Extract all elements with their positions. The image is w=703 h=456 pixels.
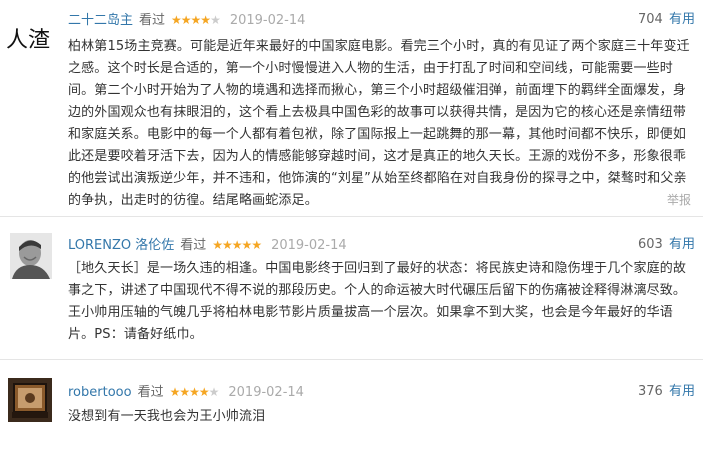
review-content: 柏林第15场主竞赛。可能是近年来最好的中国家庭电影。看完三个小时，真的有见证了两… (68, 39, 690, 208)
review-meta: robertooo 看过 ★★★★★ 2019-02-14 (68, 383, 304, 402)
star-icon: ★★★★ (171, 13, 211, 27)
avatar[interactable] (10, 233, 52, 279)
divider (0, 359, 703, 360)
star-icon: ★★★★ (169, 385, 210, 399)
review-content: 没想到有一天我也会为王小帅流泪 (68, 409, 266, 424)
review-date: 2019-02-14 (271, 238, 347, 253)
review-meta: LORENZO 洛伦佐 看过 ★★★★★ 2019-02-14 (68, 236, 347, 255)
vote-count: 704 (638, 12, 663, 27)
username-link[interactable]: LORENZO 洛伦佐 (68, 238, 174, 253)
report-link[interactable]: 举报 (667, 191, 691, 208)
avatar-image (10, 233, 52, 279)
useful-votes[interactable]: 603 有用 (638, 236, 695, 254)
review-meta: 二十二岛主 看过 ★★★★★ 2019-02-14 (68, 11, 305, 30)
review-date: 2019-02-14 (229, 13, 306, 28)
star-icon: ★★★★★ (212, 238, 262, 252)
useful-button[interactable]: 有用 (669, 237, 695, 252)
star-empty-icon: ★ (210, 13, 221, 27)
useful-votes[interactable]: 376 有用 (638, 383, 695, 401)
watched-label: 看过 (139, 13, 166, 28)
avatar[interactable]: 人渣 (6, 22, 50, 54)
star-empty-icon: ★ (208, 385, 220, 399)
vote-count: 376 (638, 384, 663, 399)
divider (0, 216, 703, 217)
useful-button[interactable]: 有用 (669, 384, 695, 399)
avatar-image (8, 378, 52, 422)
useful-button[interactable]: 有用 (669, 12, 695, 27)
rating-stars: ★★★★★ (212, 238, 262, 252)
rating-stars: ★★★★★ (171, 13, 221, 27)
avatar[interactable] (8, 378, 52, 422)
watched-label: 看过 (180, 238, 207, 253)
review-date: 2019-02-14 (228, 385, 304, 400)
username-link[interactable]: robertooo (68, 385, 132, 400)
review-content: ［地久天长］是一场久违的相逢。中国电影终于回归到了最好的状态：将民族史诗和隐伤埋… (68, 261, 687, 342)
watched-label: 看过 (137, 385, 164, 400)
username-link[interactable]: 二十二岛主 (68, 13, 133, 28)
rating-stars: ★★★★★ (169, 385, 220, 399)
vote-count: 603 (638, 237, 663, 252)
useful-votes[interactable]: 704 有用 (638, 11, 695, 29)
